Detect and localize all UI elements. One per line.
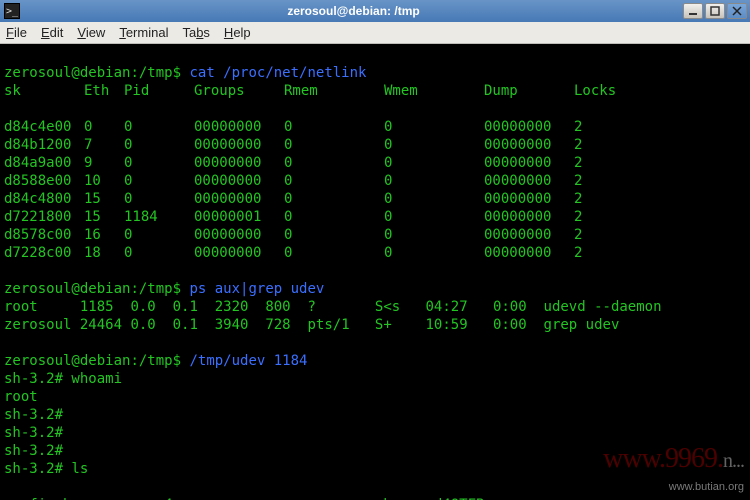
ls-output: config.h config.log config.status doc m4…: [4, 496, 746, 500]
maximize-icon: [710, 6, 720, 16]
close-icon: [732, 6, 742, 16]
menu-tabs[interactable]: Tabs: [182, 25, 209, 40]
minimize-icon: [688, 6, 698, 16]
table-row: zerosoul 24464 0.0 0.1 3940 728 pts/1 S+…: [4, 316, 746, 334]
command-2: ps aux|grep udev: [189, 281, 324, 297]
menu-edit[interactable]: Edit: [41, 25, 63, 40]
table-row: d84c48001500000000000000000002: [4, 190, 624, 208]
minimize-button[interactable]: [683, 3, 703, 19]
ps-output: root 1185 0.0 0.1 2320 800 ? S<s 04:27 0…: [4, 298, 746, 334]
app-window: >_ zerosoul@debian: /tmp File Edit View …: [0, 0, 750, 500]
ls-column: config.h config.log config.status doc: [4, 496, 156, 500]
shell-line: sh-3.2#: [4, 442, 746, 460]
table-row: d7228c001800000000000000000002: [4, 244, 624, 262]
prompt: zerosoul@debian:/tmp$: [4, 65, 181, 81]
maximize-button[interactable]: [705, 3, 725, 19]
shell-line: sh-3.2# ls: [4, 460, 746, 478]
menubar: File Edit View Terminal Tabs Help: [0, 22, 750, 44]
menu-terminal[interactable]: Terminal: [119, 25, 168, 40]
table-row: d84a9a00900000000000000000002: [4, 154, 624, 172]
terminal-icon: >_: [4, 3, 20, 19]
table-row: d72218001511840000000100000000002: [4, 208, 624, 226]
command-1: cat /proc/net/netlink: [189, 65, 366, 81]
table-row: d84b1200700000000000000000002: [4, 136, 624, 154]
menu-help[interactable]: Help: [224, 25, 251, 40]
shell-line: sh-3.2#: [4, 406, 746, 424]
table-row: d8588e001000000000000000000002: [4, 172, 624, 190]
table-row: d8578c001600000000000000000002: [4, 226, 624, 244]
window-controls: [683, 3, 747, 19]
root-shell-output: sh-3.2# whoamirootsh-3.2#sh-3.2#sh-3.2#s…: [4, 370, 746, 478]
menu-file[interactable]: File: [6, 25, 27, 40]
prompt: zerosoul@debian:/tmp$: [4, 353, 181, 369]
table-row: root 1185 0.0 0.1 2320 800 ? S<s 04:27 0…: [4, 298, 746, 316]
watermark-butian: www.butian.org: [669, 478, 744, 496]
shell-line: root: [4, 388, 746, 406]
ls-column: m4 Makefile mapping-zerosoul nc: [156, 496, 358, 500]
shell-line: sh-3.2# whoami: [4, 370, 746, 388]
command-3: /tmp/udev 1184: [189, 353, 307, 369]
table-row: d84c4e00000000000000000000002: [4, 118, 624, 136]
shell-line: sh-3.2#: [4, 424, 746, 442]
window-title: zerosoul@debian: /tmp: [24, 4, 683, 18]
prompt: zerosoul@debian:/tmp$: [4, 281, 181, 297]
netlink-header-row: skEthPidGroupsRmemWmemDumpLocks: [4, 82, 624, 100]
close-button[interactable]: [727, 3, 747, 19]
terminal-viewport[interactable]: zerosoul@debian:/tmp$ cat /proc/net/netl…: [0, 44, 750, 500]
titlebar[interactable]: >_ zerosoul@debian: /tmp: [0, 0, 750, 22]
menu-view[interactable]: View: [77, 25, 105, 40]
netlink-table: d84c4e00000000000000000000002d84b1200700…: [4, 118, 746, 262]
ls-column: seahorse-d48TFB src ssh-TtBfcM2968 stamp…: [358, 496, 527, 500]
